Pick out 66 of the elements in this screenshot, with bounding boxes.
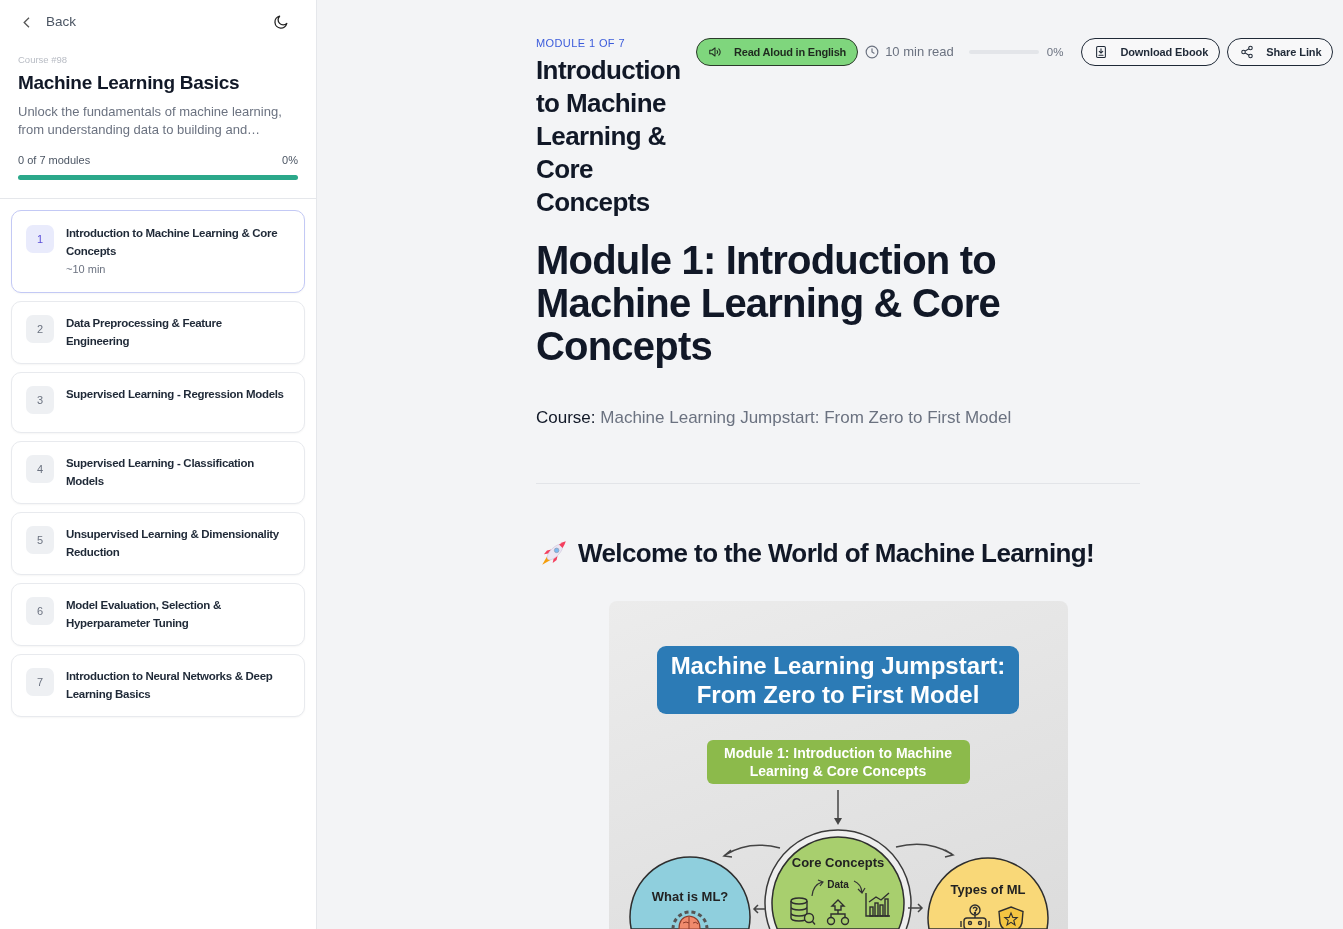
module-title: Introduction to Neural Networks & Deep Learning Basics xyxy=(66,669,274,702)
reading-progress-percent: 0% xyxy=(1046,45,1064,59)
down-arrow xyxy=(833,789,842,825)
flow-icon xyxy=(826,899,849,926)
module-heading: Module 1: Introduction to Machine Learning & Core Concepts xyxy=(536,239,1001,368)
module-card[interactable]: 5 Unsupervised Learning & Dimensionality Reduction xyxy=(11,512,305,575)
module-title: Introduction to Machine Learning & Core Concepts xyxy=(66,226,279,259)
module-duration: ~10 min xyxy=(66,262,107,277)
module-card[interactable]: 7 Introduction to Neural Networks & Deep Learning Basics xyxy=(11,654,305,717)
curved-arrow xyxy=(894,843,954,858)
module-number: 6 xyxy=(26,597,54,625)
left-arrow xyxy=(752,904,767,914)
read-aloud-button[interactable]: Read Aloud in English xyxy=(696,38,859,66)
module-number: 3 xyxy=(26,386,54,414)
moon-icon xyxy=(274,15,288,29)
module-number: 7 xyxy=(26,668,54,696)
module-number: 1 xyxy=(26,225,54,253)
progress-percent: 0% xyxy=(282,153,298,167)
module-card[interactable]: 4 Supervised Learning - Classification Models xyxy=(11,441,305,504)
infographic-title-banner: Machine Learning Jumpstart: From Zero to First Model xyxy=(657,646,1019,714)
book-download-icon xyxy=(1094,45,1109,59)
course-description: Unlock the fundamentals of machine learning, from understanding data to building and… xyxy=(18,103,283,139)
download-button[interactable]: Download Ebook xyxy=(1081,38,1221,66)
progress-label: 0 of 7 modules xyxy=(18,153,91,167)
section-heading: Welcome to the World of Machine Learning! xyxy=(578,537,1095,570)
page-title: Introduction to Machine Learning & Core Concepts xyxy=(536,54,682,219)
database-search-icon xyxy=(789,897,816,926)
module-number: 4 xyxy=(26,455,54,483)
rocket-icon xyxy=(540,539,568,567)
curved-arrow xyxy=(722,844,781,858)
module-card[interactable]: 6 Model Evaluation, Selection & Hyperparameter Tuning xyxy=(11,583,305,646)
course-label: Course: xyxy=(536,408,596,427)
share-icon xyxy=(1240,45,1255,59)
module-title: Supervised Learning - Classification Models xyxy=(66,456,255,489)
chevron-left-icon xyxy=(23,16,30,28)
module-title: Unsupervised Learning & Dimensionality Reduction xyxy=(66,527,280,560)
clock-icon xyxy=(865,45,880,59)
bar-chart-icon xyxy=(864,892,891,917)
share-button[interactable]: Share Link xyxy=(1227,38,1334,66)
right-arrow xyxy=(906,903,923,913)
robot-icon xyxy=(959,904,990,929)
module-title: Supervised Learning - Regression Models xyxy=(66,387,285,402)
module-card[interactable]: 3 Supervised Learning - Regression Models xyxy=(11,372,305,433)
module-title: Model Evaluation, Selection & Hyperparameter Tuning xyxy=(66,598,222,631)
theme-toggle-button[interactable] xyxy=(274,15,288,29)
speaker-icon xyxy=(708,45,722,59)
module-card[interactable]: 1 Introduction to Machine Learning & Core Concepts ~10 min xyxy=(11,210,305,293)
module-card[interactable]: 2 Data Preprocessing & Feature Engineering xyxy=(11,301,305,364)
module-label: MODULE 1 OF 7 xyxy=(536,36,626,50)
node-label: What is ML? xyxy=(651,889,728,904)
infographic-module-banner: Module 1: Introduction to Machine Learning & Core Concepts xyxy=(706,740,970,784)
read-time: 10 min read xyxy=(885,44,954,60)
module-number: 2 xyxy=(26,315,54,343)
course-title: Machine Learning Basics xyxy=(18,71,241,95)
module-number: 5 xyxy=(26,526,54,554)
course-number: Course #98 xyxy=(18,54,69,66)
brain-icon xyxy=(671,910,708,929)
cycle-arrow-icon xyxy=(852,880,866,894)
data-label: Data xyxy=(826,879,849,890)
shield-icon xyxy=(997,906,1024,929)
cycle-arrow-icon xyxy=(810,879,824,897)
node-label: Core Concepts xyxy=(791,855,884,870)
course-name: Machine Learning Jumpstart: From Zero to First Model xyxy=(600,408,1012,427)
node-label: Types of ML xyxy=(950,882,1025,897)
back-button[interactable]: Back xyxy=(23,13,76,31)
module-title: Data Preprocessing & Feature Engineering xyxy=(66,316,223,349)
